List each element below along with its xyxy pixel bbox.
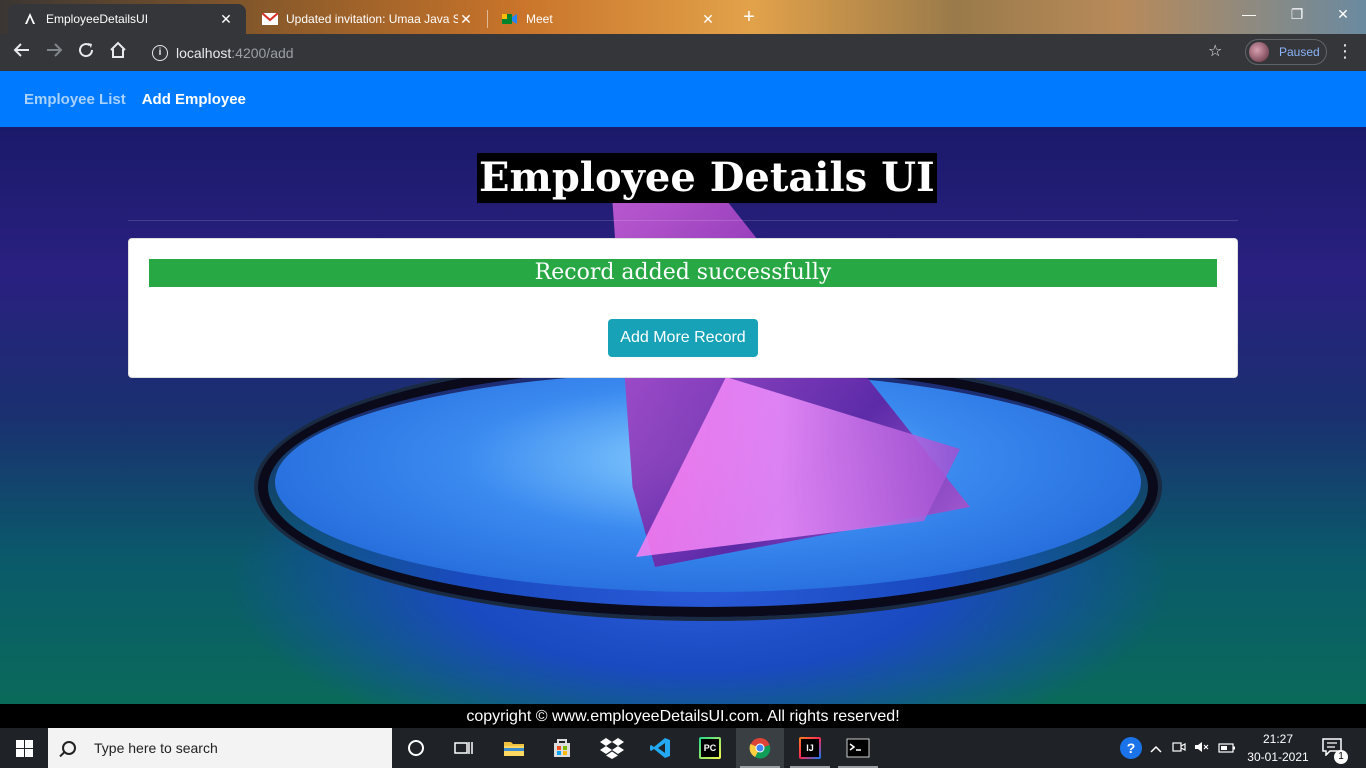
- meet-icon: [502, 11, 518, 27]
- system-clock[interactable]: 21:27 30-01-2021: [1246, 730, 1310, 766]
- task-view-icon[interactable]: [440, 728, 488, 768]
- new-tab-button[interactable]: +: [738, 6, 760, 28]
- volume-muted-icon[interactable]: [1194, 740, 1210, 757]
- gmail-icon: [262, 11, 278, 27]
- url-path: :4200/add: [231, 44, 294, 61]
- tab-title: Updated invitation: Umaa Java S: [286, 12, 458, 26]
- clock-date: 30-01-2021: [1247, 750, 1309, 764]
- restore-icon[interactable]: ❐: [1286, 6, 1308, 23]
- minimize-icon[interactable]: —: [1238, 6, 1260, 22]
- back-icon[interactable]: [10, 41, 34, 65]
- cortana-icon[interactable]: [392, 728, 440, 768]
- address-bar[interactable]: i localhost:4200/add: [140, 38, 1230, 67]
- info-icon[interactable]: i: [152, 44, 168, 61]
- browser-tab-strip: EmployeeDetailsUI ✕ Updated invitation: …: [0, 0, 1366, 34]
- taskbar-search[interactable]: Type here to search: [48, 728, 392, 768]
- close-icon[interactable]: ✕: [700, 11, 716, 28]
- close-icon[interactable]: ✕: [458, 11, 474, 28]
- app-navbar: Employee List Add Employee: [0, 71, 1366, 127]
- file-explorer-icon[interactable]: [490, 728, 538, 768]
- notification-badge: 1: [1334, 750, 1348, 764]
- add-more-record-button[interactable]: Add More Record: [608, 319, 758, 357]
- vscode-icon[interactable]: [636, 728, 684, 768]
- reload-icon[interactable]: [74, 41, 98, 65]
- terminal-icon[interactable]: [834, 728, 882, 768]
- success-alert: Record added successfully: [149, 259, 1217, 287]
- forward-icon[interactable]: [42, 41, 66, 65]
- profile-button[interactable]: Paused: [1245, 39, 1327, 65]
- search-placeholder: Type here to search: [94, 740, 218, 756]
- profile-status: Paused: [1279, 45, 1320, 59]
- pycharm-icon[interactable]: PC: [686, 728, 734, 768]
- bookmark-star-icon[interactable]: ☆: [1208, 41, 1222, 61]
- intellij-icon[interactable]: IJ: [786, 728, 834, 768]
- home-icon[interactable]: [106, 41, 130, 65]
- menu-icon[interactable]: ⋮: [1336, 41, 1354, 62]
- nav-employee-list[interactable]: Employee List: [24, 91, 126, 108]
- chrome-icon[interactable]: [736, 728, 784, 768]
- windows-icon: [15, 739, 33, 757]
- start-button[interactable]: [0, 728, 48, 768]
- system-tray: ?: [1120, 728, 1236, 768]
- url-host: localhost: [176, 44, 232, 61]
- avatar: [1249, 42, 1269, 62]
- angular-icon: [22, 11, 38, 27]
- search-icon: [62, 741, 76, 755]
- tab-title: Meet: [526, 12, 553, 26]
- tab-employee-details[interactable]: EmployeeDetailsUI ✕: [8, 4, 246, 34]
- tab-title: EmployeeDetailsUI: [46, 12, 149, 26]
- close-window-icon[interactable]: ✕: [1332, 6, 1354, 23]
- result-card: Record added successfully Add More Recor…: [128, 238, 1238, 378]
- divider: [128, 220, 1238, 221]
- meet-now-icon[interactable]: [1172, 741, 1186, 756]
- store-icon[interactable]: [538, 728, 586, 768]
- dropbox-icon[interactable]: [588, 728, 636, 768]
- url-text: localhost:4200/add: [176, 45, 294, 61]
- close-icon[interactable]: ✕: [218, 11, 234, 28]
- windows-taskbar: Type here to search PC IJ ? 21:27 30-01-…: [0, 728, 1366, 768]
- main-content: Employee Details UI Record added success…: [0, 127, 1366, 704]
- chevron-up-icon[interactable]: [1150, 741, 1162, 756]
- page-footer: copyright © www.employeeDetailsUI.com. A…: [0, 704, 1366, 728]
- page-title: Employee Details UI: [477, 153, 937, 203]
- browser-toolbar: i localhost:4200/add ☆ Paused ⋮: [0, 34, 1366, 71]
- notification-center-icon[interactable]: 1: [1322, 738, 1348, 764]
- tab-invitation[interactable]: Updated invitation: Umaa Java S ✕: [248, 4, 486, 34]
- help-icon[interactable]: ?: [1120, 737, 1142, 759]
- tab-meet[interactable]: Meet ✕: [488, 4, 728, 34]
- nav-add-employee[interactable]: Add Employee: [142, 91, 246, 108]
- battery-icon[interactable]: [1218, 741, 1236, 756]
- clock-time: 21:27: [1262, 732, 1294, 746]
